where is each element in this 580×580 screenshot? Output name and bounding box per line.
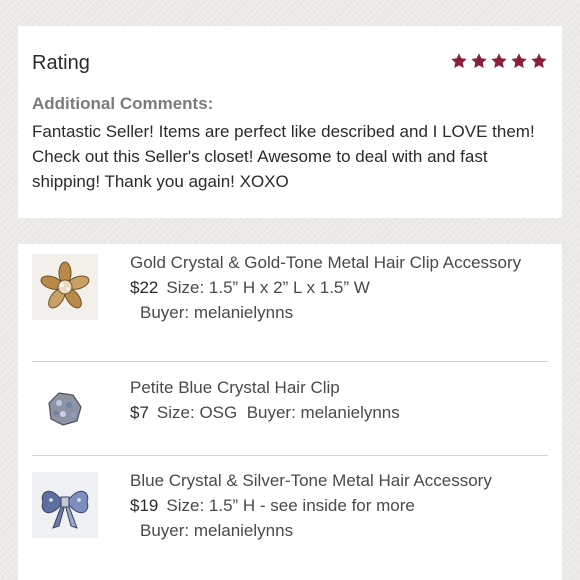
comments-text: Fantastic Seller! Items are perfect like… [32,122,535,191]
item-title[interactable]: Petite Blue Crystal Hair Clip [130,375,548,400]
star-icon [491,53,507,68]
item-size: Size: OSG [156,403,238,422]
item-size: Size: 1.5” H - see inside for more [166,496,415,515]
textured-band-top [0,0,580,26]
item-price-size-line: $19 Size: 1.5” H - see inside for more [130,493,548,518]
item-details: Petite Blue Crystal Hair Clip $7 Size: OS… [130,375,548,425]
star-icon [471,53,487,68]
item-buyer: Buyer: melanielynns [140,303,294,322]
item-title[interactable]: Blue Crystal & Silver-Tone Metal Hair Ac… [130,468,548,493]
item-buyer: Buyer: melanielynns [140,521,294,540]
textured-margin-left [0,0,18,580]
star-rating [450,52,548,70]
list-item[interactable]: Blue Crystal & Silver-Tone Metal Hair Ac… [32,468,548,572]
item-divider [32,361,548,362]
gold-flower-clip-image[interactable] [32,254,98,320]
star-icon [531,53,547,68]
item-buyer: Buyer: melanielynns [246,403,400,422]
textured-band-middle [0,218,580,244]
textured-margin-right [562,0,580,580]
rating-row: Rating [32,52,548,80]
blue-crystal-clip-image[interactable] [35,379,95,439]
item-details: Blue Crystal & Silver-Tone Metal Hair Ac… [130,468,548,543]
item-price-size-line: $7 Size: OSG Buyer: melanielynns [130,400,548,425]
star-icon [451,53,467,68]
item-size: Size: 1.5” H x 2” L x 1.5” W [166,278,370,297]
item-details: Gold Crystal & Gold-Tone Metal Hair Clip… [130,250,548,325]
blue-bow-clip-image[interactable] [32,472,98,538]
item-title[interactable]: Gold Crystal & Gold-Tone Metal Hair Clip… [130,250,548,275]
item-divider [32,455,548,456]
review-card: Rating Additional Comments: Fantastic Se… [18,26,562,218]
purchased-items-card: Gold Crystal & Gold-Tone Metal Hair Clip… [18,244,562,580]
item-price: $7 [130,403,149,422]
rating-label: Rating [32,52,90,74]
list-item[interactable]: Gold Crystal & Gold-Tone Metal Hair Clip… [32,250,548,354]
item-price: $22 [130,278,159,297]
item-price-size-line: $22 Size: 1.5” H x 2” L x 1.5” W [130,275,548,300]
list-item[interactable]: Petite Blue Crystal Hair Clip $7 Size: OS… [32,375,548,445]
item-price: $19 [130,496,159,515]
star-icon [511,53,527,68]
comments-heading: Additional Comments: [32,94,214,113]
